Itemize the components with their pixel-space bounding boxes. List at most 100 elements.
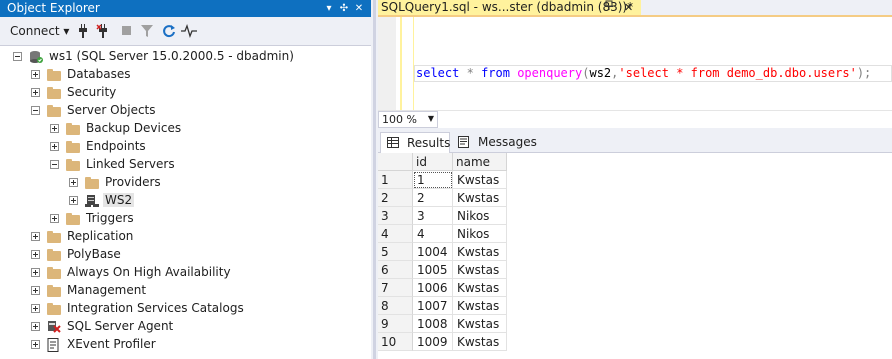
tree-node-label: Providers	[105, 175, 161, 189]
expand-icon[interactable]	[31, 250, 40, 259]
close-icon[interactable]: ✕	[352, 0, 366, 17]
tree-node-label: Integration Services Catalogs	[67, 301, 244, 315]
tab-sqlquery1[interactable]: SQLQuery1.sql - ws...ster (dbadmin (83))…	[378, 0, 641, 15]
row-number-cell[interactable]: 10	[378, 333, 413, 351]
refresh-icon[interactable]	[162, 24, 176, 38]
grid-cell-id[interactable]: 1006	[413, 279, 453, 297]
collapse-icon[interactable]	[13, 52, 22, 61]
folder-icon	[65, 158, 81, 172]
grid-cell-name[interactable]: Nikos	[453, 225, 507, 243]
tab-messages[interactable]: Messages	[452, 132, 537, 152]
tree-node-label: Replication	[67, 229, 134, 243]
close-icon[interactable]: ✕	[624, 0, 633, 15]
row-number-cell[interactable]: 1	[378, 171, 413, 189]
tree-node[interactable]: Linked Servers	[0, 156, 371, 174]
expand-icon[interactable]	[31, 286, 40, 295]
tree-node[interactable]: PolyBase	[0, 246, 371, 264]
grid-cell-id[interactable]: 2	[413, 189, 453, 207]
tree-node[interactable]: Databases	[0, 66, 371, 84]
stop-icon[interactable]	[120, 24, 134, 38]
tree-node-label: SQL Server Agent	[67, 319, 174, 333]
tree-node[interactable]: SQL Server Agent	[0, 318, 371, 336]
expand-icon[interactable]	[69, 178, 78, 187]
row-number-cell[interactable]: 3	[378, 207, 413, 225]
grid-cell-name[interactable]: Nikos	[453, 207, 507, 225]
expand-icon[interactable]	[31, 340, 40, 349]
column-header[interactable]: name	[453, 153, 507, 171]
tree-node[interactable]: WS2	[0, 192, 371, 210]
grid-cell-name[interactable]: Kwstas	[453, 243, 507, 261]
row-number-cell[interactable]: 8	[378, 297, 413, 315]
tree-node[interactable]: Management	[0, 282, 371, 300]
pin-icon[interactable]: ✣	[337, 0, 351, 17]
grid-cell-id[interactable]: 1007	[413, 297, 453, 315]
expand-icon[interactable]	[31, 70, 40, 79]
activity-monitor-icon[interactable]	[181, 24, 197, 38]
row-number-cell[interactable]: 6	[378, 261, 413, 279]
folder-icon	[65, 122, 81, 136]
expand-icon[interactable]	[31, 268, 40, 277]
row-number-cell[interactable]: 9	[378, 315, 413, 333]
grid-cell-name[interactable]: Kwstas	[453, 189, 507, 207]
window-position-icon[interactable]: ▾	[322, 0, 336, 17]
expand-icon[interactable]	[31, 88, 40, 97]
grid-cell-name[interactable]: Kwstas	[453, 171, 507, 189]
row-number-cell[interactable]: 7	[378, 279, 413, 297]
tree-node[interactable]: Integration Services Catalogs	[0, 300, 371, 318]
grid-cell-id[interactable]: 1008	[413, 315, 453, 333]
collapse-icon[interactable]	[31, 106, 40, 115]
change-indicator	[413, 17, 414, 110]
tree-node[interactable]: Always On High Availability	[0, 264, 371, 282]
expand-icon[interactable]	[50, 142, 59, 151]
grid-cell-id[interactable]: 1009	[413, 333, 453, 351]
expand-icon[interactable]	[31, 304, 40, 313]
connect-button[interactable]: Connect ▾	[10, 24, 69, 38]
tree-node[interactable]: Providers	[0, 174, 371, 192]
tree-node[interactable]: Backup Devices	[0, 120, 371, 138]
expand-icon[interactable]	[69, 196, 78, 205]
grid-cell-id[interactable]: 4	[413, 225, 453, 243]
row-number-cell[interactable]: 2	[378, 189, 413, 207]
sql-code-line[interactable]: select * from openquery(ws2,'select * fr…	[416, 66, 871, 80]
column-header[interactable]: id	[413, 153, 453, 171]
expand-icon[interactable]	[31, 322, 40, 331]
tree-node[interactable]: XEvent Profiler	[0, 336, 371, 354]
grid-cell-name[interactable]: Kwstas	[453, 279, 507, 297]
results-grid[interactable]: id name 1 1 Kwstas 2 2 Kwstas 3 3 Nikos 4 4 Nikos 5 100…	[378, 153, 892, 359]
grid-cell-name[interactable]: Kwstas	[453, 333, 507, 351]
pin-icon[interactable]	[604, 0, 614, 15]
grid-corner-header[interactable]	[378, 153, 413, 171]
row-number-cell[interactable]: 4	[378, 225, 413, 243]
expand-icon[interactable]	[31, 232, 40, 241]
tree-node[interactable]: Triggers	[0, 210, 371, 228]
sql-editor[interactable]: select * from openquery(ws2,'select * fr…	[378, 17, 892, 110]
grid-cell-name[interactable]: Kwstas	[453, 297, 507, 315]
tree-node-label: Triggers	[86, 211, 134, 225]
grid-cell-id[interactable]: 1005	[413, 261, 453, 279]
tree-node[interactable]: Replication	[0, 228, 371, 246]
tree-node[interactable]: Server Objects	[0, 102, 371, 120]
zoom-dropdown[interactable]: 100 % ▼	[378, 111, 438, 128]
tree-node[interactable]: ws1 (SQL Server 15.0.2000.5 - dbadmin)	[0, 48, 371, 66]
expand-icon[interactable]	[50, 214, 59, 223]
tree-node[interactable]: Security	[0, 84, 371, 102]
grid-cell-name[interactable]: Kwstas	[453, 315, 507, 333]
folder-icon	[46, 68, 62, 82]
grid-cell-name[interactable]: Kwstas	[453, 261, 507, 279]
collapse-icon[interactable]	[50, 160, 59, 169]
expand-icon[interactable]	[50, 124, 59, 133]
filter-icon[interactable]	[140, 24, 154, 38]
grid-cell-id[interactable]: 1004	[413, 243, 453, 261]
tab-messages-label: Messages	[478, 135, 537, 149]
grid-cell-id[interactable]: 1	[413, 171, 453, 189]
tab-results[interactable]: Results	[380, 132, 450, 153]
connect-plug-icon[interactable]	[76, 24, 90, 38]
tree-node-label: Security	[67, 85, 117, 99]
panel-splitter[interactable]	[371, 0, 378, 359]
grid-cell-id[interactable]: 3	[413, 207, 453, 225]
tree-node[interactable]: Endpoints	[0, 138, 371, 156]
row-number-cell[interactable]: 5	[378, 243, 413, 261]
disconnect-icon[interactable]	[96, 24, 110, 38]
tree-node-label: XEvent Profiler	[67, 337, 156, 351]
